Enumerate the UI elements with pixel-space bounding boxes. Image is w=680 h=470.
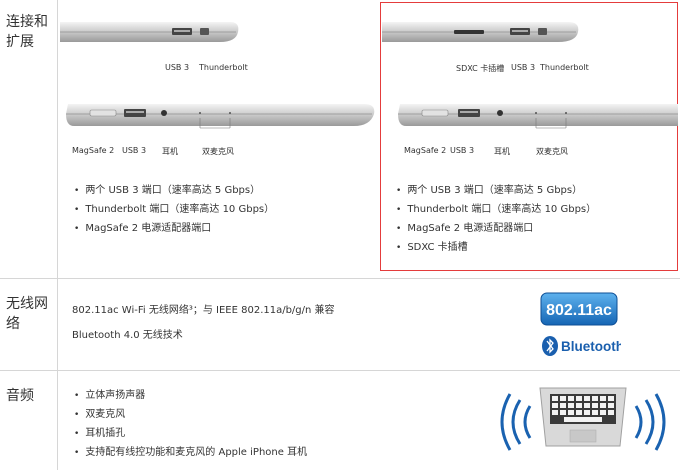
laptop-side-b-image: [66, 104, 375, 129]
port-label: USB 3: [122, 146, 147, 155]
laptop-speaker-image: [500, 387, 666, 451]
feature-item: 两个 USB 3 端口（速率高达 5 Gbps）: [74, 181, 260, 196]
port-label: MagSafe 2: [404, 146, 447, 155]
port-label: USB 3: [165, 63, 190, 72]
feature-item: 耳机插孔: [74, 424, 125, 439]
port-label: USB 3: [511, 63, 536, 72]
section-title-audio: 音频: [6, 388, 34, 404]
port-label: Thunderbolt: [199, 63, 248, 72]
bluetooth-logo: Bluetooth: [542, 336, 621, 356]
laptop-side-a-image: [382, 22, 579, 42]
bluetooth-spec: Bluetooth 4.0 无线技术: [72, 330, 183, 341]
divider: [0, 370, 680, 371]
feature-item: SDXC 卡插槽: [396, 238, 467, 253]
feature-item: 双麦克风: [74, 405, 125, 420]
badge-text: Bluetooth: [561, 339, 621, 354]
port-label: MagSafe 2: [72, 146, 115, 155]
feature-item: MagSafe 2 电源适配器端口: [396, 219, 533, 234]
badge-text: 802.11ac: [546, 302, 612, 319]
feature-item: 支持配有线控功能和麦克风的 Apple iPhone 耳机: [74, 443, 307, 458]
port-label: 双麦克风: [202, 147, 234, 156]
port-label: Thunderbolt: [540, 63, 589, 72]
section-title-wireless: 无线网络: [6, 296, 48, 332]
feature-item: Thunderbolt 端口（速率高达 10 Gbps）: [396, 200, 596, 215]
laptop-side-b-image: [398, 104, 678, 129]
feature-item: MagSafe 2 电源适配器端口: [74, 219, 211, 234]
feature-item: 立体声扬声器: [74, 386, 145, 401]
wifi-80211ac-badge: 802.11ac: [540, 292, 618, 326]
port-label: SDXC 卡插槽: [456, 64, 505, 73]
laptop-side-a-image: [60, 22, 239, 42]
divider: [0, 278, 680, 279]
feature-item: 两个 USB 3 端口（速率高达 5 Gbps）: [396, 181, 582, 196]
port-label: 双麦克风: [536, 147, 568, 156]
port-label: 耳机: [494, 147, 510, 156]
section-title-ports: 连接和扩展: [6, 14, 48, 50]
port-label: 耳机: [162, 147, 178, 156]
wifi-spec: 802.11ac Wi-Fi 无线网络³；与 IEEE 802.11a/b/g/…: [72, 305, 335, 316]
port-label: USB 3: [450, 146, 475, 155]
feature-item: Thunderbolt 端口（速率高达 10 Gbps）: [74, 200, 274, 215]
